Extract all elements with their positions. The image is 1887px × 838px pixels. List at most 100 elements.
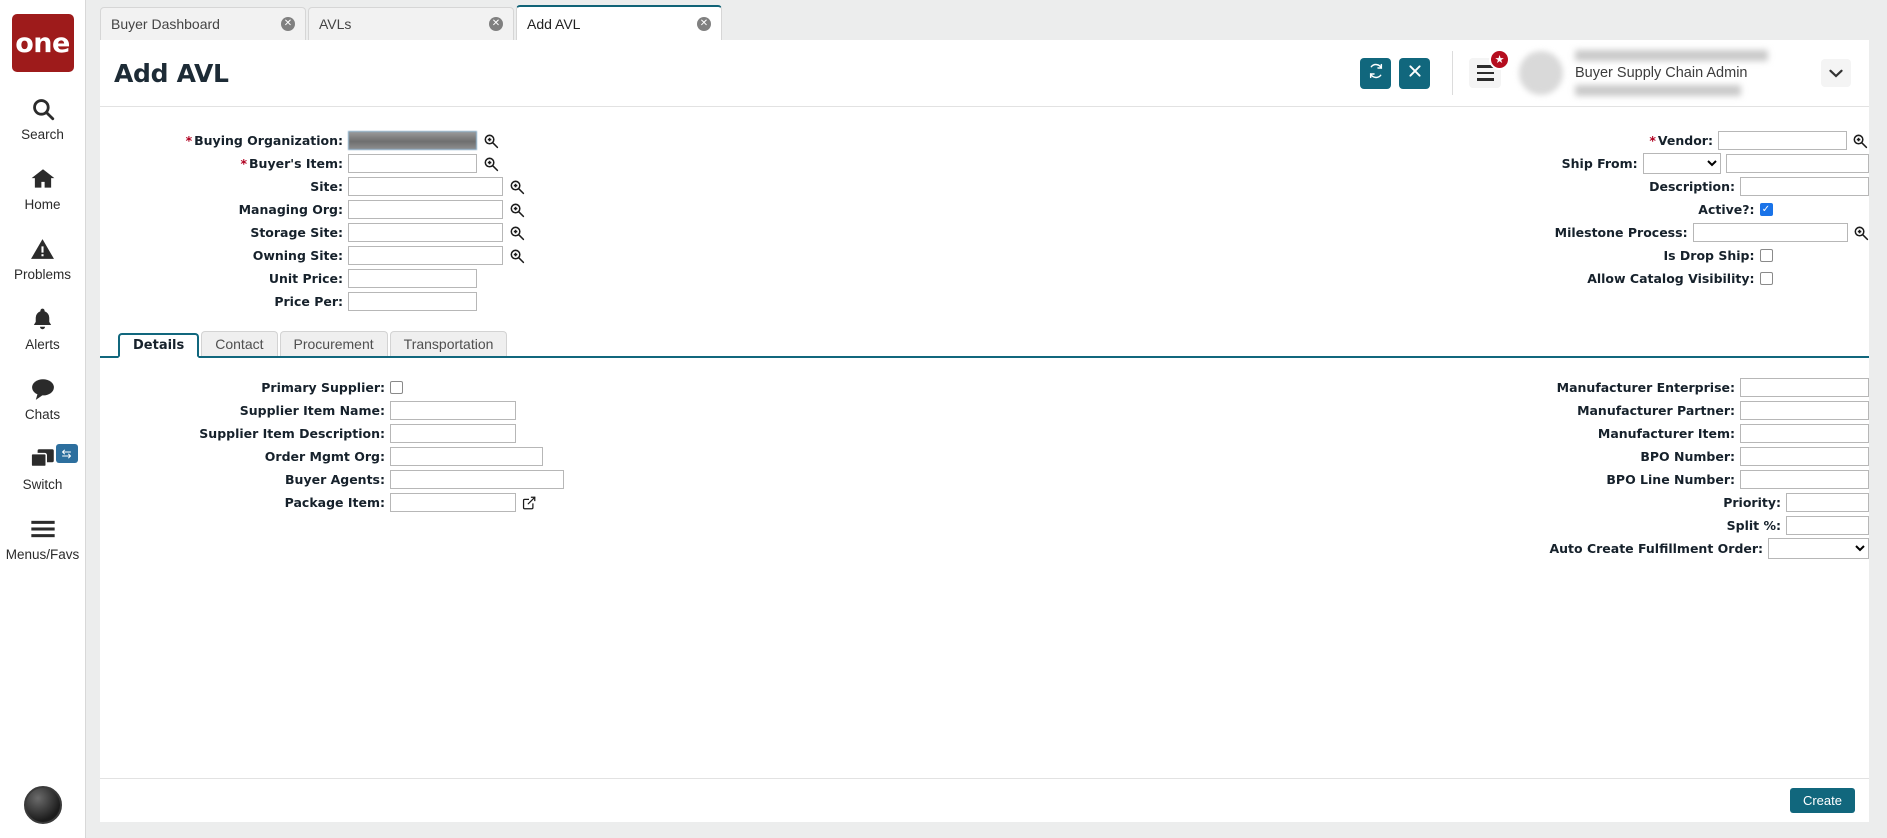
user-name-redacted (1575, 50, 1768, 61)
package-item-input[interactable] (390, 493, 516, 512)
browser-tab-label: Add AVL (527, 15, 581, 32)
sidebar-item-label: Menus/Favs (5, 547, 80, 562)
supplier-item-name-input[interactable] (390, 401, 516, 420)
sidebar-item-home[interactable]: Home (0, 164, 86, 212)
label-text: Manufacturer Item (1597, 426, 1730, 441)
search-icon[interactable] (482, 132, 500, 150)
field-order-mgmt-org: Order Mgmt Org: (100, 445, 985, 468)
close-page-button[interactable] (1399, 57, 1430, 89)
external-edit-icon[interactable] (521, 495, 537, 511)
search-icon (30, 94, 56, 124)
tab-details[interactable]: Details (118, 333, 200, 358)
sidebar-item-chats[interactable]: Chats (0, 374, 86, 422)
manufacturer-enterprise-input[interactable] (1740, 378, 1869, 397)
field-label: * Vendor: (1649, 133, 1713, 148)
ship-from-select[interactable] (1642, 153, 1721, 174)
close-icon[interactable]: ✕ (697, 16, 711, 31)
bpo-line-number-input[interactable] (1740, 470, 1869, 489)
globe-avatar-icon[interactable] (24, 786, 62, 824)
refresh-button[interactable] (1360, 57, 1391, 89)
active-checkbox[interactable]: ✓ (1759, 203, 1773, 216)
sidebar-item-switch[interactable]: ⇆ Switch (0, 444, 86, 492)
is-drop-ship-checkbox[interactable] (1759, 249, 1773, 262)
manufacturer-partner-input[interactable] (1740, 401, 1869, 420)
buyer-agents-input[interactable] (390, 470, 564, 489)
bpo-number-input[interactable] (1740, 447, 1869, 466)
sidebar-item-alerts[interactable]: Alerts (0, 304, 86, 352)
sidebar-item-problems[interactable]: Problems (0, 234, 86, 282)
search-icon[interactable] (508, 201, 526, 219)
label-text: Primary Supplier (261, 380, 380, 395)
menu-button[interactable]: ★ (1469, 49, 1510, 88)
auto-create-fulfillment-order-select[interactable] (1768, 538, 1869, 559)
buyers-item-input[interactable] (348, 154, 477, 173)
storage-site-input[interactable] (348, 223, 503, 242)
field-package-item: Package Item: (100, 491, 985, 514)
switch-toggle-badge-icon[interactable]: ⇆ (55, 444, 78, 463)
close-icon[interactable]: ✕ (489, 17, 503, 31)
logo-text: one (15, 27, 70, 59)
refresh-icon (1368, 63, 1384, 84)
search-icon[interactable] (482, 155, 500, 173)
header-divider (1452, 51, 1453, 95)
unit-price-input[interactable] (348, 269, 477, 288)
tab-contact[interactable]: Contact (201, 331, 278, 356)
allow-catalog-visibility-checkbox[interactable] (1759, 272, 1773, 285)
user-role: Buyer Supply Chain Admin (1575, 65, 1748, 81)
page-header: Add AVL ★ Buyer Supply Chain Admin (100, 40, 1869, 107)
manufacturer-item-input[interactable] (1740, 424, 1869, 443)
managing-org-input[interactable] (348, 200, 503, 219)
field-buyer-agents: Buyer Agents: (100, 468, 985, 491)
browser-tab-buyer-dashboard[interactable]: Buyer Dashboard ✕ (100, 7, 306, 40)
field-label: Milestone Process: (1554, 225, 1688, 240)
vendor-input[interactable] (1717, 131, 1847, 150)
create-button[interactable]: Create (1789, 788, 1855, 813)
search-icon[interactable] (508, 178, 526, 196)
milestone-process-input[interactable] (1692, 223, 1848, 242)
left-sidebar: one Search Home Problems Alerts Chats ⇆ … (0, 0, 86, 838)
search-icon[interactable] (1853, 224, 1869, 242)
tab-label: Contact (215, 336, 264, 352)
close-icon[interactable]: ✕ (281, 17, 295, 31)
label-text: Allow Catalog Visibility (1587, 271, 1750, 286)
star-badge-icon: ★ (1489, 49, 1510, 70)
windows-stack-icon (29, 444, 57, 474)
order-mgmt-org-input[interactable] (390, 447, 543, 466)
field-unit-price: Unit Price: (100, 267, 985, 290)
field-owning-site: Owning Site: (100, 244, 985, 267)
label-text: Vendor (1657, 133, 1708, 148)
sidebar-item-menus-favs[interactable]: Menus/Favs (0, 514, 86, 562)
avatar[interactable] (1519, 51, 1563, 95)
one-logo[interactable]: one (11, 14, 74, 72)
label-text: Active? (1698, 202, 1750, 217)
close-icon (1408, 64, 1422, 83)
sidebar-item-search[interactable]: Search (0, 94, 86, 142)
primary-supplier-checkbox[interactable] (390, 381, 403, 394)
price-per-input[interactable] (348, 292, 477, 311)
ship-from-input[interactable] (1726, 154, 1869, 173)
supplier-item-description-input[interactable] (390, 424, 516, 443)
field-label: Is Drop Ship: (1663, 248, 1755, 263)
field-label: Storage Site: (250, 225, 343, 240)
header-actions: ★ Buyer Supply Chain Admin (1352, 49, 1851, 96)
split-percent-input[interactable] (1786, 516, 1869, 535)
search-icon[interactable] (508, 224, 526, 242)
user-info[interactable]: Buyer Supply Chain Admin (1575, 50, 1795, 96)
user-menu-button[interactable] (1821, 59, 1851, 87)
field-active: Active?: ✓ (985, 198, 1870, 221)
field-label: * Buyer's Item: (240, 156, 343, 171)
site-input[interactable] (348, 177, 503, 196)
tab-transportation[interactable]: Transportation (389, 331, 508, 356)
buying-organization-input[interactable] (348, 131, 477, 150)
priority-input[interactable] (1786, 493, 1869, 512)
browser-tab-add-avl[interactable]: Add AVL ✕ (516, 5, 722, 40)
tab-procurement[interactable]: Procurement (279, 331, 388, 356)
owning-site-input[interactable] (348, 246, 503, 265)
search-icon[interactable] (1852, 132, 1869, 150)
description-input[interactable] (1740, 177, 1869, 196)
field-ship-from: Ship From: (985, 152, 1869, 175)
browser-tab-avls[interactable]: AVLs ✕ (308, 7, 514, 40)
search-icon[interactable] (508, 247, 526, 265)
details-columns: Primary Supplier: Supplier Item Name: Su… (100, 376, 1869, 560)
chevron-down-icon (1829, 66, 1843, 81)
